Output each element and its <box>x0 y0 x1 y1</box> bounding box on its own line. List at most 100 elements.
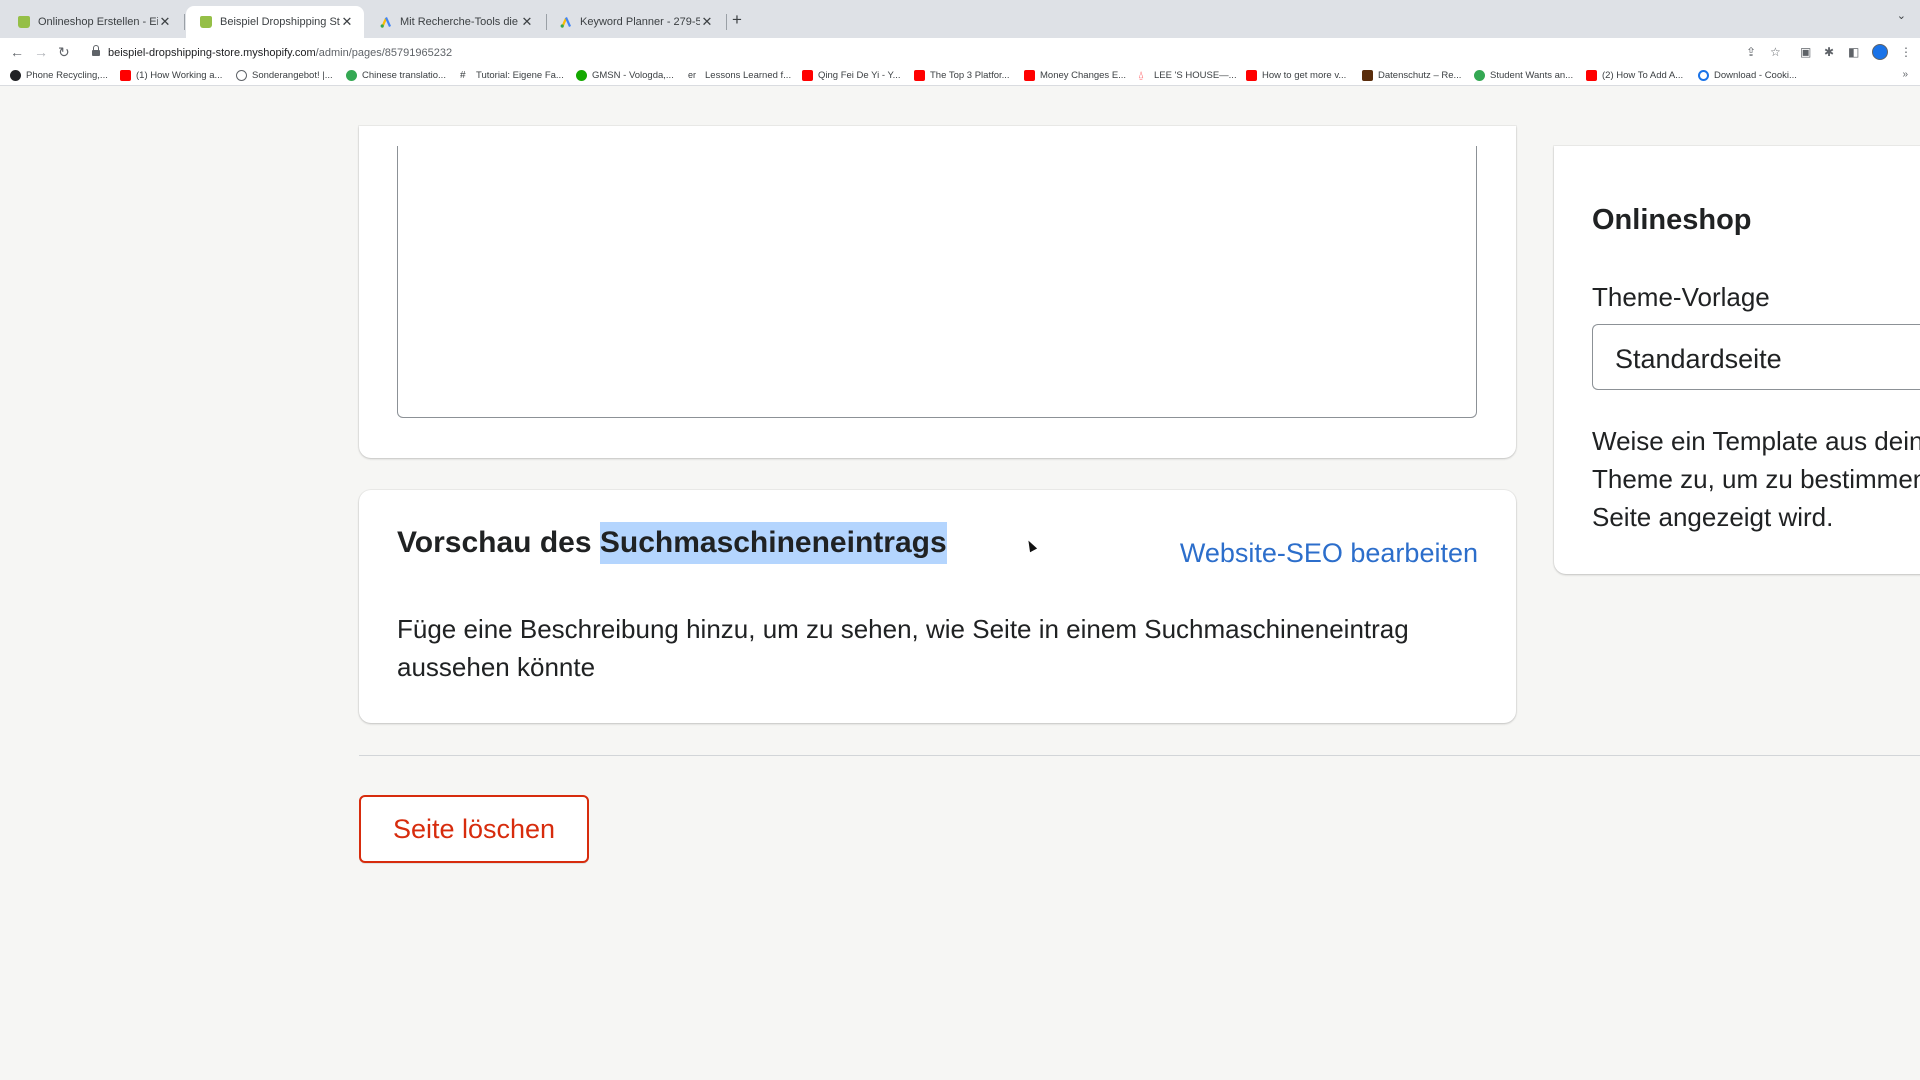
seo-card-title: Vorschau des Suchmaschineneintrags <box>397 522 947 564</box>
bookmark-item[interactable]: er Lessons Learned f... <box>688 70 791 81</box>
puzzle-icon[interactable]: ✱ <box>1824 45 1834 59</box>
bookmark-label: The Top 3 Platfor... <box>930 70 1010 81</box>
delete-page-button[interactable]: Seite löschen <box>359 795 589 863</box>
bookmark-label: Phone Recycling,... <box>26 70 108 81</box>
bookmark-label: Qing Fei De Yi - Y... <box>818 70 901 81</box>
browser-tab-active[interactable]: Beispiel Dropshipping Store · ✕ <box>186 6 364 38</box>
browser-tab-bar: Onlineshop Erstellen - Einfach ✕ Beispie… <box>0 0 1920 38</box>
bookmark-label: Download - Cooki... <box>1714 70 1797 81</box>
bookmark-item[interactable]: Student Wants an... <box>1474 70 1573 81</box>
youtube-icon <box>120 70 131 81</box>
help-line: Theme zu, um zu bestimmen <box>1592 464 1920 494</box>
bookmark-item[interactable]: Sonderangebot! |... <box>236 70 333 81</box>
url-host: beispiel-dropshipping-store.myshopify.co… <box>108 47 316 59</box>
close-icon[interactable]: ✕ <box>158 14 172 30</box>
lock-icon <box>92 44 100 58</box>
airbnb-icon: ⍙ <box>1138 70 1144 81</box>
bookmark-item[interactable]: (2) How To Add A... <box>1586 70 1683 81</box>
google-ads-icon <box>380 16 392 28</box>
bookmark-label: Sonderangebot! |... <box>252 70 333 81</box>
bookmark-item[interactable]: Money Changes E... <box>1024 70 1126 81</box>
browser-toolbar: ← → ↻ beispiel-dropshipping-store.myshop… <box>0 38 1920 68</box>
bookmark-item[interactable]: # Tutorial: Eigene Fa... <box>460 70 564 81</box>
theme-template-select[interactable]: Standardseite <box>1592 324 1920 390</box>
bookmark-item[interactable]: Datenschutz – Re... <box>1362 70 1461 81</box>
shopify-icon <box>200 16 212 28</box>
tab-title: Keyword Planner - 279-560-1 <box>580 16 700 28</box>
bookmark-item[interactable]: Phone Recycling,... <box>10 70 108 81</box>
bookmark-label: Chinese translatio... <box>362 70 446 81</box>
bookmark-label: LEE 'S HOUSE—... <box>1154 70 1237 81</box>
bookmark-label: Datenschutz – Re... <box>1378 70 1462 81</box>
close-icon[interactable]: ✕ <box>340 14 354 30</box>
bookmarks-overflow-button[interactable]: » <box>1902 69 1908 80</box>
hashtag-icon: # <box>460 70 466 81</box>
bookmark-item[interactable]: ⍙ LEE 'S HOUSE—... <box>1138 70 1237 81</box>
bookmark-item[interactable]: The Top 3 Platfor... <box>914 70 1010 81</box>
theme-template-label: Theme-Vorlage <box>1592 282 1770 312</box>
tab-separator <box>726 14 727 30</box>
reload-icon[interactable]: ↻ <box>58 44 70 61</box>
new-tab-button[interactable]: + <box>732 10 742 30</box>
bookmark-item[interactable]: Download - Cooki... <box>1698 70 1797 81</box>
online-store-card: Onlineshop Theme-Vorlage Standardseite W… <box>1554 146 1920 574</box>
bookmark-item[interactable]: Qing Fei De Yi - Y... <box>802 70 901 81</box>
help-line: Weise ein Template aus dein <box>1592 426 1920 456</box>
help-line: Seite angezeigt wird. <box>1592 502 1834 532</box>
avatar[interactable] <box>1872 44 1888 63</box>
youtube-icon <box>914 70 925 81</box>
menu-kebab-icon[interactable]: ⋮ <box>1900 45 1912 59</box>
page-actions-divider <box>359 755 1920 756</box>
youtube-icon <box>1246 70 1257 81</box>
bookmark-favicon-icon <box>346 70 357 81</box>
bookmark-label: Lessons Learned f... <box>705 70 792 81</box>
content-editor[interactable] <box>397 146 1477 418</box>
bookmark-label: (1) How Working a... <box>136 70 223 81</box>
bookmark-label: Student Wants an... <box>1490 70 1574 81</box>
bookmark-item[interactable]: How to get more v... <box>1246 70 1346 81</box>
extension-icon[interactable]: ▣ <box>1800 45 1811 59</box>
url-path: /admin/pages/85791965232 <box>315 47 453 59</box>
upwork-icon <box>576 70 587 81</box>
forward-arrow-icon[interactable]: → <box>34 44 48 60</box>
admin-content-area: Vorschau des Suchmaschineneintrags Websi… <box>0 86 1920 1080</box>
google-ads-icon <box>560 16 572 28</box>
shopify-icon <box>18 16 30 28</box>
content-card <box>359 126 1516 458</box>
browser-tab[interactable]: Keyword Planner - 279-560-1 ✕ <box>546 6 724 38</box>
tab-title: Beispiel Dropshipping Store · <box>220 16 340 28</box>
bookmarks-bar: Phone Recycling,... (1) How Working a...… <box>0 68 1920 86</box>
bookmark-favicon-icon: er <box>688 70 697 80</box>
youtube-icon <box>1586 70 1597 81</box>
address-bar[interactable]: beispiel-dropshipping-store.myshopify.co… <box>82 41 1742 65</box>
bookmark-label: (2) How To Add A... <box>1602 70 1684 81</box>
youtube-icon <box>802 70 813 81</box>
bookmark-favicon-icon <box>1474 70 1485 81</box>
bookmark-label: Tutorial: Eigene Fa... <box>476 70 564 81</box>
bookmark-favicon-icon <box>10 70 21 81</box>
bookmark-favicon-icon <box>1362 70 1373 81</box>
share-icon[interactable]: ⇪ <box>1746 45 1756 59</box>
seo-description: Füge eine Beschreibung hinzu, um zu sehe… <box>397 614 1409 682</box>
edit-seo-link[interactable]: Website-SEO bearbeiten <box>1180 538 1478 569</box>
close-icon[interactable]: ✕ <box>520 14 534 30</box>
bookmark-item[interactable]: GMSN - Vologda,... <box>576 70 674 81</box>
seo-title-highlight: Suchmaschineneintrags <box>599 522 947 564</box>
tab-title: Mit Recherche-Tools die richtig <box>400 16 520 28</box>
youtube-icon <box>1024 70 1035 81</box>
back-arrow-icon[interactable]: ← <box>10 44 24 60</box>
theme-template-help: Weise ein Template aus dein Theme zu, um… <box>1592 422 1920 536</box>
sidepanel-icon[interactable]: ◧ <box>1848 45 1859 59</box>
bookmark-favicon-icon <box>1698 70 1709 81</box>
browser-tab[interactable]: Mit Recherche-Tools die richtig ✕ <box>366 6 544 38</box>
tab-list-chevron-icon[interactable]: ⌄ <box>1897 9 1906 22</box>
sidebar-card-title: Onlineshop <box>1592 204 1752 236</box>
close-icon[interactable]: ✕ <box>700 14 714 30</box>
bookmark-item[interactable]: Chinese translatio... <box>346 70 446 81</box>
bookmark-label: Money Changes E... <box>1040 70 1127 81</box>
bookmark-favicon-icon <box>236 70 247 81</box>
browser-tab[interactable]: Onlineshop Erstellen - Einfach ✕ <box>4 6 182 38</box>
bookmark-item[interactable]: (1) How Working a... <box>120 70 222 81</box>
seo-preview-card: Vorschau des Suchmaschineneintrags Websi… <box>359 490 1516 723</box>
bookmark-star-icon[interactable]: ☆ <box>1770 45 1781 59</box>
